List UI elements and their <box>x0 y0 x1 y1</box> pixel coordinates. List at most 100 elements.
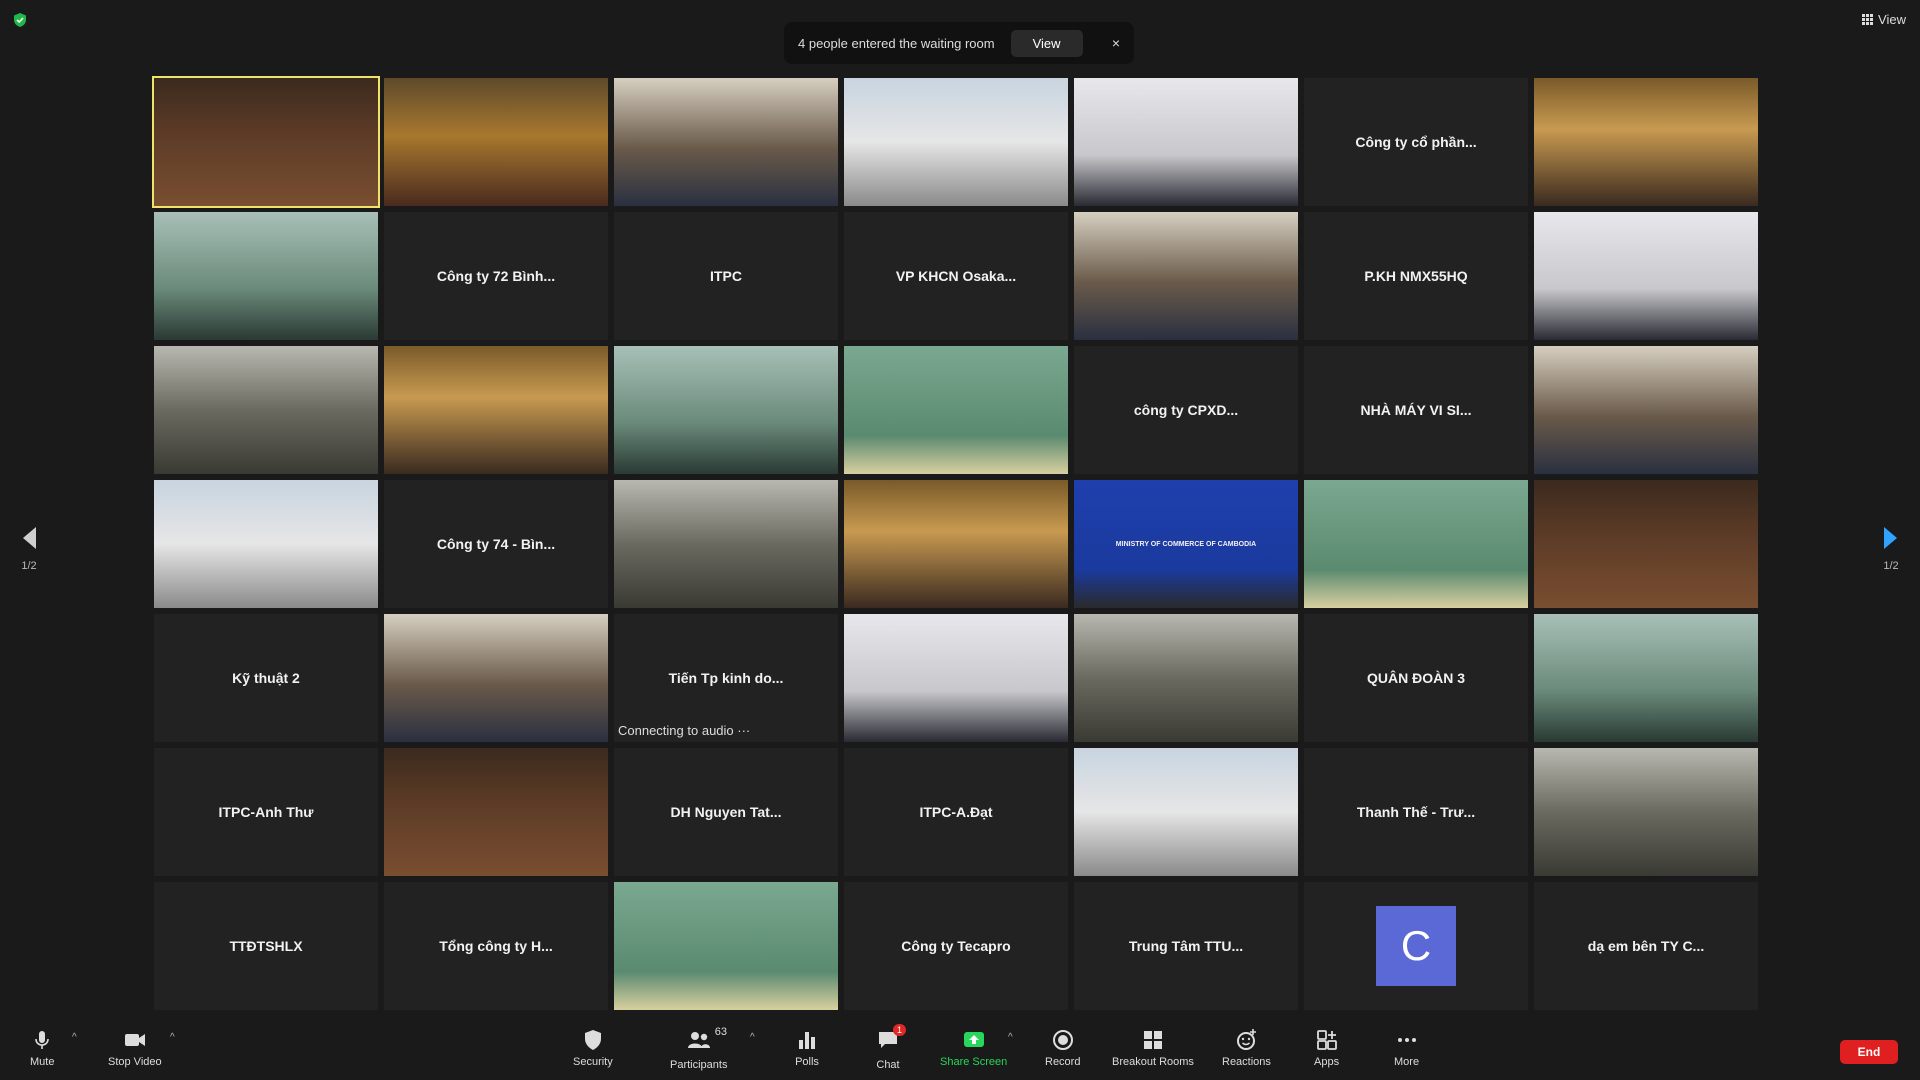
waiting-room-view-button[interactable]: View <box>1010 29 1083 57</box>
participant-tile[interactable]: Kỹ thuật 2 <box>154 614 378 742</box>
participant-tile[interactable] <box>844 346 1068 474</box>
participant-tile[interactable] <box>154 480 378 608</box>
participant-tile[interactable]: Tổng công ty H... <box>384 882 608 1010</box>
participant-tile[interactable] <box>1534 480 1758 608</box>
security-button[interactable]: Security <box>573 1028 613 1068</box>
participant-name: dạ em bên TY C... <box>1587 938 1705 954</box>
mute-button[interactable]: Mute <box>30 1028 54 1068</box>
participant-tile[interactable] <box>1534 614 1758 742</box>
share-screen-button[interactable]: Share Screen <box>940 1028 1007 1068</box>
security-label: Security <box>573 1056 613 1068</box>
participant-tile[interactable] <box>1534 212 1758 340</box>
meeting-toolbar: Mute ^ Stop Video ^ Security 63 Particip… <box>0 1020 1920 1080</box>
participant-video <box>1074 748 1298 876</box>
participant-tile[interactable] <box>844 78 1068 206</box>
participant-video <box>1534 212 1758 340</box>
participant-video <box>1074 78 1298 206</box>
page-indicator-right: 1/2 <box>1883 560 1899 572</box>
participant-tile[interactable]: Công ty Tecapro <box>844 882 1068 1010</box>
participant-tile[interactable] <box>1534 78 1758 206</box>
participant-name: Tổng công ty H... <box>439 938 553 954</box>
stop-video-button[interactable]: Stop Video <box>108 1028 162 1068</box>
participant-tile[interactable]: Thanh Thế - Trư... <box>1304 748 1528 876</box>
participants-label: Participants <box>670 1059 728 1071</box>
chevron-left-icon <box>23 527 36 549</box>
participant-video <box>614 78 838 206</box>
participant-tile[interactable]: ITPC-A.Đạt <box>844 748 1068 876</box>
audio-options-caret[interactable]: ^ <box>72 1032 77 1043</box>
video-gallery: Công ty cổ phần... Công ty 72 Bình... ITPC… <box>152 76 1758 1010</box>
end-meeting-button[interactable]: End <box>1840 1040 1898 1064</box>
participant-video <box>844 78 1068 206</box>
chat-button[interactable]: 1 Chat <box>876 1024 906 1071</box>
close-icon[interactable]: × <box>1112 35 1120 51</box>
participant-video <box>1534 78 1758 206</box>
share-screen-icon <box>963 1032 984 1047</box>
share-options-caret[interactable]: ^ <box>1008 1032 1013 1043</box>
participant-tile[interactable]: ITPC-Anh Thư <box>154 748 378 876</box>
participant-name: P.KH NMX55HQ <box>1364 268 1468 284</box>
participant-tile[interactable]: DH Nguyen Tat... <box>614 748 838 876</box>
polls-button[interactable]: Polls <box>795 1028 819 1068</box>
participant-name: Kỹ thuật 2 <box>232 670 300 686</box>
participant-tile[interactable] <box>1074 212 1298 340</box>
participant-tile[interactable] <box>614 882 838 1010</box>
participant-tile[interactable] <box>384 78 608 206</box>
participant-tile[interactable]: ITPC <box>614 212 838 340</box>
reactions-button[interactable]: Reactions <box>1222 1028 1271 1068</box>
participant-tile[interactable]: QUÂN ĐOÀN 3 <box>1304 614 1528 742</box>
participant-tile[interactable] <box>844 614 1068 742</box>
participant-name: DH Nguyen Tat... <box>670 804 782 820</box>
prev-page-button[interactable]: 1/2 <box>14 525 44 572</box>
participant-tile[interactable]: TTĐTSHLX <box>154 882 378 1010</box>
participant-tile[interactable]: MINISTRY OF COMMERCE OF CAMBODIA <box>1074 480 1298 608</box>
participant-tile[interactable]: Tiến Tp kinh do... Connecting to audio ··… <box>614 614 838 742</box>
participant-tile[interactable] <box>154 346 378 474</box>
participant-tile[interactable]: Trung Tâm TTU... <box>1074 882 1298 1010</box>
record-button[interactable]: Record <box>1045 1028 1080 1068</box>
participant-tile[interactable] <box>1074 614 1298 742</box>
participant-tile[interactable] <box>152 76 380 208</box>
participant-tile[interactable] <box>1304 480 1528 608</box>
participant-tile[interactable] <box>1534 748 1758 876</box>
participants-button[interactable]: 63 Participants <box>670 1026 728 1071</box>
participant-tile[interactable] <box>1074 748 1298 876</box>
microphone-icon <box>35 1031 50 1049</box>
participant-tile[interactable]: P.KH NMX55HQ <box>1304 212 1528 340</box>
next-page-button[interactable]: 1/2 <box>1876 525 1906 572</box>
participant-tile[interactable]: C <box>1304 882 1528 1010</box>
participant-tile[interactable] <box>614 480 838 608</box>
participants-options-caret[interactable]: ^ <box>750 1032 755 1043</box>
participant-tile[interactable] <box>614 78 838 206</box>
participant-tile[interactable]: Công ty 74 - Bìn... <box>384 480 608 608</box>
participant-tile[interactable] <box>384 614 608 742</box>
participant-tile[interactable] <box>1074 78 1298 206</box>
participant-video <box>1074 614 1298 742</box>
shield-icon <box>584 1030 601 1050</box>
participant-tile[interactable] <box>1534 346 1758 474</box>
participant-tile[interactable]: VP KHCN Osaka... <box>844 212 1068 340</box>
participant-tile[interactable] <box>614 346 838 474</box>
video-options-caret[interactable]: ^ <box>170 1032 175 1043</box>
view-menu[interactable]: View <box>1862 12 1906 27</box>
more-button[interactable]: More <box>1394 1028 1419 1068</box>
participant-tile[interactable]: công ty CPXD... <box>1074 346 1298 474</box>
participant-tile[interactable]: NHÀ MÁY VI SI... <box>1304 346 1528 474</box>
participant-tile[interactable] <box>384 748 608 876</box>
chat-badge: 1 <box>892 1024 906 1036</box>
participant-tile[interactable] <box>844 480 1068 608</box>
apps-button[interactable]: Apps <box>1314 1028 1339 1068</box>
participant-name: NHÀ MÁY VI SI... <box>1360 402 1472 418</box>
breakout-rooms-button[interactable]: Breakout Rooms <box>1112 1028 1194 1068</box>
participant-name: Công ty 74 - Bìn... <box>436 536 556 552</box>
participant-video <box>154 480 378 608</box>
participant-tile[interactable] <box>154 212 378 340</box>
participant-name: Thanh Thế - Trư... <box>1356 804 1476 820</box>
participant-video <box>844 614 1068 742</box>
participant-video <box>1304 480 1528 608</box>
participant-tile[interactable]: dạ em bên TY C... <box>1534 882 1758 1010</box>
participant-tile[interactable] <box>384 346 608 474</box>
participant-tile[interactable]: Công ty cổ phần... <box>1304 78 1528 206</box>
view-label: View <box>1878 12 1906 27</box>
participant-tile[interactable]: Công ty 72 Bình... <box>384 212 608 340</box>
